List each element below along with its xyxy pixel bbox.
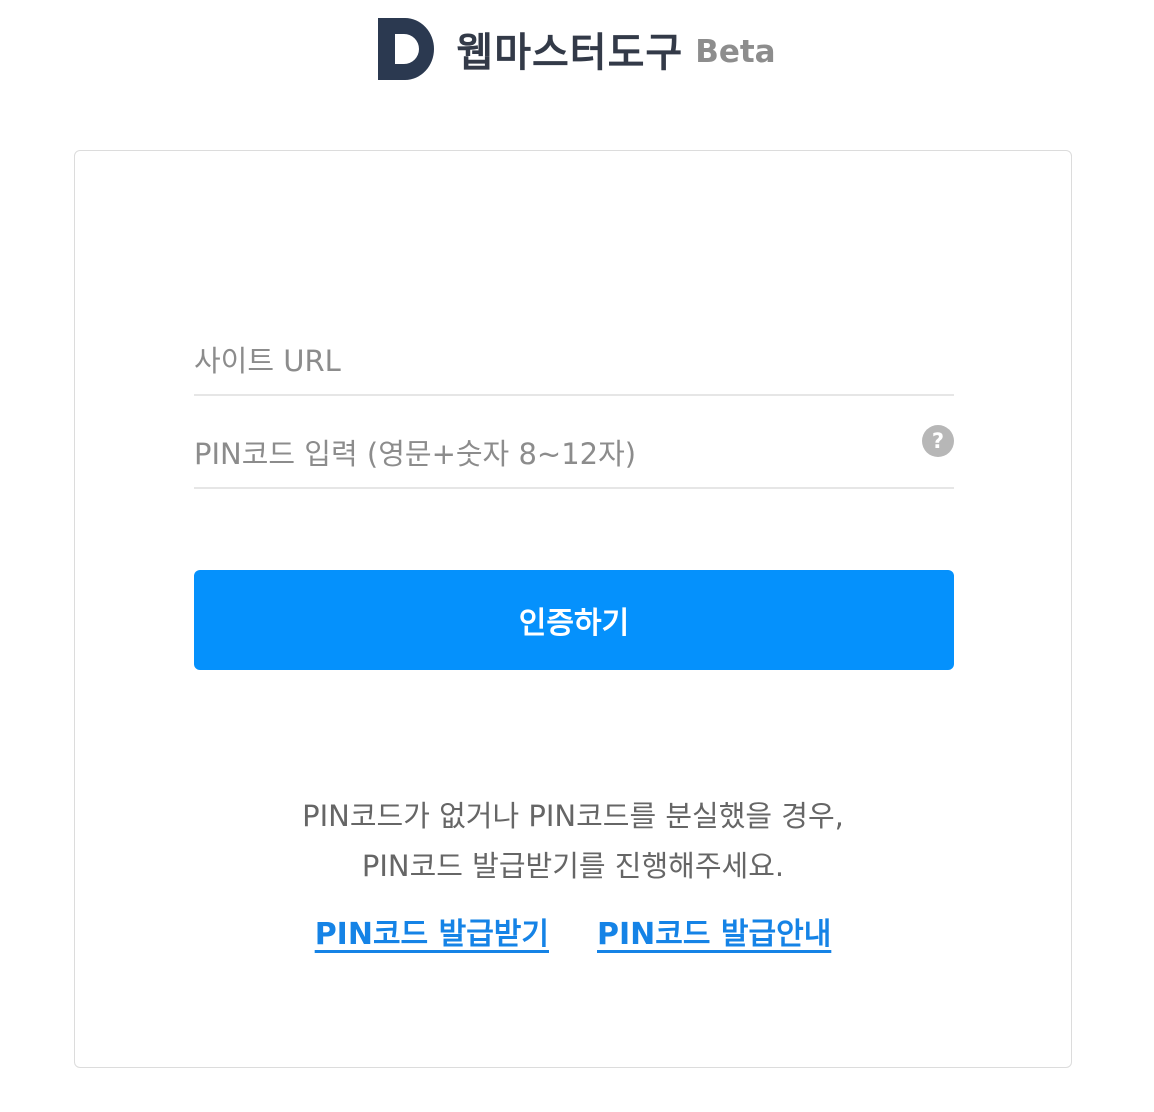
app-header: 웹마스터도구 Beta [0,14,1154,84]
pin-help-text: PIN코드가 없거나 PIN코드를 분실했을 경우, PIN코드 발급받기를 진… [75,791,1071,891]
pin-help-line-1: PIN코드가 없거나 PIN코드를 분실했을 경우, [302,799,844,833]
brand-name: 웹마스터도구 [456,30,684,76]
auth-card: ? 인증하기 PIN코드가 없거나 PIN코드를 분실했을 경우, PIN코드 … [74,150,1072,1068]
site-url-input[interactable] [194,344,894,378]
verify-button[interactable]: 인증하기 [194,570,954,670]
beta-badge: Beta [695,34,776,70]
pin-links: PIN코드 발급받기 PIN코드 발급안내 [75,909,1071,953]
pin-code-input[interactable] [194,437,894,471]
pin-guide-link[interactable]: PIN코드 발급안내 [597,909,831,953]
question-circle-icon[interactable]: ? [922,425,954,457]
d-logo-icon [378,18,435,80]
issue-pin-link[interactable]: PIN코드 발급받기 [315,909,549,953]
pin-help-line-2: PIN코드 발급받기를 진행해주세요. [361,849,785,883]
pin-code-field: ? [194,396,954,489]
site-url-field [194,303,954,396]
